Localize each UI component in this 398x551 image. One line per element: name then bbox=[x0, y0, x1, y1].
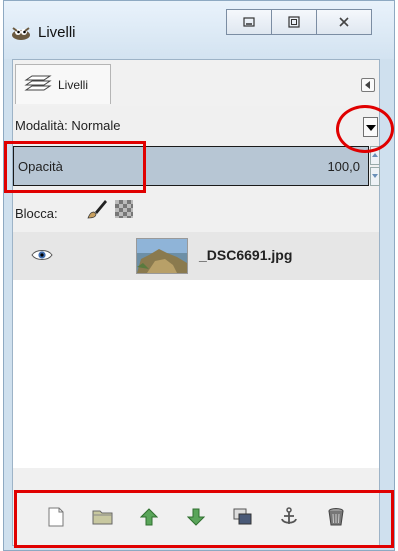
maximize-icon bbox=[288, 16, 300, 28]
minimize-icon bbox=[243, 17, 255, 27]
mode-row: Modalità: Normale bbox=[15, 118, 121, 133]
anchor-layer-button[interactable] bbox=[276, 504, 302, 530]
window-controls bbox=[226, 9, 372, 37]
raise-layer-button[interactable] bbox=[136, 504, 162, 530]
anchor-layer-icon bbox=[281, 506, 297, 524]
close-button[interactable] bbox=[316, 9, 372, 35]
gimp-wilber-icon bbox=[12, 27, 30, 40]
dock-panel: Livelli Modalità: Normale Opacità 100,0 bbox=[12, 59, 380, 546]
layer-thumbnail-image bbox=[137, 239, 187, 273]
tab-layers-label: Livelli bbox=[58, 78, 89, 92]
eye-icon[interactable] bbox=[31, 248, 53, 262]
opacity-increment-button[interactable] bbox=[370, 146, 380, 165]
open-folder-button[interactable] bbox=[90, 504, 116, 530]
lock-pixels-brush-icon[interactable] bbox=[86, 198, 108, 220]
tab-menu-icon bbox=[365, 81, 370, 89]
opacity-label: Opacità bbox=[18, 159, 63, 174]
delete-layer-icon bbox=[328, 507, 344, 525]
raise-layer-icon bbox=[140, 507, 159, 525]
lower-layer-icon bbox=[186, 508, 205, 526]
lock-alpha-checker-icon[interactable] bbox=[115, 200, 133, 218]
lock-label: Blocca: bbox=[15, 206, 58, 221]
duplicate-layer-icon bbox=[233, 508, 252, 524]
new-layer-icon bbox=[48, 507, 64, 526]
new-layer-button[interactable] bbox=[43, 504, 69, 530]
close-icon bbox=[339, 17, 349, 27]
layer-row[interactable]: _DSC6691.jpg bbox=[13, 232, 379, 280]
minimize-button[interactable] bbox=[226, 9, 272, 35]
layers-list: _DSC6691.jpg bbox=[13, 232, 379, 468]
opacity-slider[interactable]: Opacità 100,0 bbox=[13, 146, 369, 186]
open-folder-icon bbox=[92, 510, 113, 524]
opacity-spinner bbox=[370, 146, 380, 186]
layers-panel: Modalità: Normale Opacità 100,0 Blocca: bbox=[13, 106, 380, 545]
layers-icon bbox=[24, 75, 52, 91]
mode-value: Normale bbox=[71, 118, 121, 133]
delete-layer-button[interactable] bbox=[323, 504, 349, 530]
layers-toolbar bbox=[13, 488, 379, 545]
layer-thumbnail[interactable] bbox=[136, 238, 188, 274]
maximize-button[interactable] bbox=[271, 9, 317, 35]
layers-window: Livelli Livelli Modalità: Normale Opacit… bbox=[3, 0, 395, 551]
layer-name: _DSC6691.jpg bbox=[199, 247, 293, 263]
tab-menu-button[interactable] bbox=[361, 78, 375, 92]
opacity-value: 100,0 bbox=[327, 159, 360, 174]
lower-layer-button[interactable] bbox=[183, 504, 209, 530]
mode-dropdown-button[interactable] bbox=[363, 117, 378, 137]
tab-strip: Livelli bbox=[13, 60, 379, 106]
opacity-decrement-button[interactable] bbox=[370, 167, 380, 186]
window-title: Livelli bbox=[38, 24, 76, 41]
mode-label: Modalità: bbox=[15, 118, 68, 133]
tab-layers[interactable]: Livelli bbox=[15, 64, 111, 104]
duplicate-layer-button[interactable] bbox=[230, 504, 256, 530]
title-bar[interactable]: Livelli bbox=[4, 1, 394, 59]
